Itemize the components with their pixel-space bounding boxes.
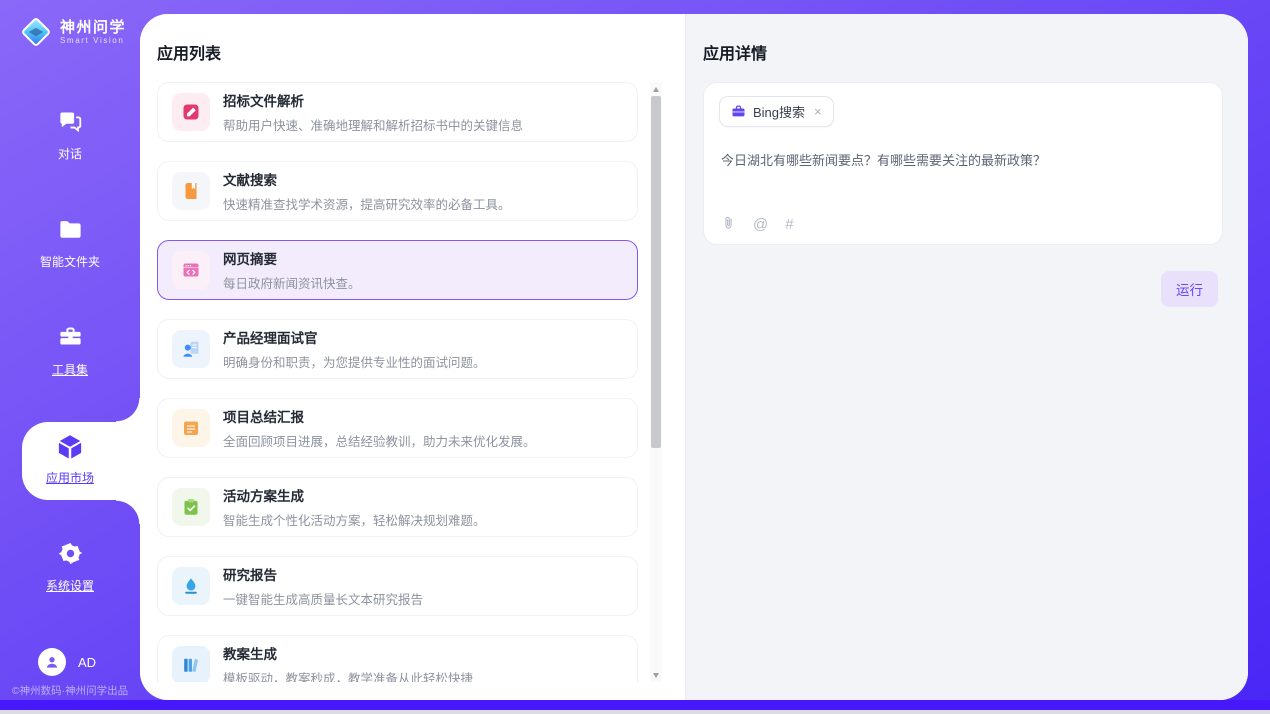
sidebar-item-label: 智能文件夹	[40, 255, 100, 269]
app-list: 招标文件解析 帮助用户快速、准确地理解和解析招标书中的关键信息 文献搜索 快速精…	[157, 82, 638, 682]
app-list-title: 应用列表	[157, 40, 221, 64]
brand-name: 神州问学	[60, 19, 126, 36]
app-name: 活动方案生成	[223, 485, 486, 505]
bubble-fillet-bottom	[116, 500, 140, 524]
app-name: 招标文件解析	[223, 90, 523, 110]
prompt-card: Bing搜索 × 今日湖北有哪些新闻要点？有哪些需要关注的最新政策？ @ #	[703, 82, 1223, 245]
user-account[interactable]: AD	[38, 648, 96, 676]
clipboard-check-icon	[172, 488, 210, 526]
edit-document-icon	[172, 93, 210, 131]
user-initials: AD	[78, 655, 96, 670]
app-desc: 明确身份和职责，为您提供专业性的面试问题。	[223, 352, 486, 371]
folder-icon	[0, 216, 140, 246]
app-desc: 一键智能生成高质量长文本研究报告	[223, 589, 423, 608]
bottom-accent-bar	[0, 700, 1270, 710]
app-name: 产品经理面试官	[223, 327, 486, 347]
toolbox-icon	[0, 324, 140, 354]
brand-subtitle: Smart Vision	[60, 36, 126, 45]
app-name: 文献搜索	[223, 169, 511, 189]
hash-icon[interactable]: #	[785, 217, 793, 232]
sidebar-item-label: 工具集	[52, 363, 88, 377]
app-list-scrollbar[interactable]	[650, 82, 662, 682]
chat-icon	[0, 108, 140, 138]
tool-tag-bing-search[interactable]: Bing搜索 ×	[719, 96, 834, 127]
cube-icon	[0, 432, 140, 462]
mention-icon[interactable]: @	[753, 217, 768, 232]
interviewer-icon	[172, 330, 210, 368]
sidebar-item-toolset[interactable]: 工具集	[0, 324, 140, 379]
app-card-project-summary[interactable]: 项目总结汇报 全面回顾项目进展，总结经验教训，助力未来优化发展。	[157, 398, 638, 458]
app-desc: 每日政府新闻资讯快查。	[223, 273, 361, 292]
sidebar-item-label: 系统设置	[46, 579, 94, 593]
app-detail-panel: 应用详情 Bing搜索 × 今日湖北有哪些新闻要点？有哪些需要关注的最新政策？	[685, 14, 1248, 700]
app-name: 项目总结汇报	[223, 406, 536, 426]
book-icon	[172, 172, 210, 210]
app-card-event-plan[interactable]: 活动方案生成 智能生成个性化活动方案，轻松解决规划难题。	[157, 477, 638, 537]
app-desc: 智能生成个性化活动方案，轻松解决规划难题。	[223, 510, 486, 529]
books-icon	[172, 646, 210, 682]
sidebar-item-smart-folders[interactable]: 智能文件夹	[0, 216, 140, 271]
tool-tag-label: Bing搜索	[753, 102, 805, 121]
ink-bottle-icon	[172, 567, 210, 605]
attachment-icon[interactable]	[721, 215, 736, 234]
prompt-actions: @ #	[721, 215, 794, 234]
note-icon	[172, 409, 210, 447]
app-name: 研究报告	[223, 564, 423, 584]
tag-close-icon[interactable]: ×	[812, 104, 822, 119]
brand-logo: 神州问学 Smart Vision	[20, 16, 126, 48]
app-card-research-report[interactable]: 研究报告 一键智能生成高质量长文本研究报告	[157, 556, 638, 616]
app-card-pm-interviewer[interactable]: 产品经理面试官 明确身份和职责，为您提供专业性的面试问题。	[157, 319, 638, 379]
sidebar-item-label: 对话	[58, 147, 82, 161]
app-card-web-summary[interactable]: 网页摘要 每日政府新闻资讯快查。	[157, 240, 638, 300]
gear-icon	[0, 540, 140, 570]
sidebar-item-app-market[interactable]: 应用市场	[0, 432, 140, 487]
prompt-text[interactable]: 今日湖北有哪些新闻要点？有哪些需要关注的最新政策？	[721, 151, 1205, 170]
run-button[interactable]: 运行	[1161, 271, 1218, 307]
app-name: 网页摘要	[223, 248, 361, 268]
sidebar-item-chat[interactable]: 对话	[0, 108, 140, 163]
app-desc: 帮助用户快速、准确地理解和解析招标书中的关键信息	[223, 115, 523, 134]
app-list-panel: 应用列表 招标文件解析 帮助用户快速、准确地理解和解析招标书中的关键信息	[140, 14, 685, 700]
app-detail-title: 应用详情	[703, 40, 767, 64]
bubble-fillet-top	[116, 398, 140, 422]
app-desc: 全面回顾项目进展，总结经验教训，助力未来优化发展。	[223, 431, 536, 450]
diamond-logo-icon	[20, 16, 52, 48]
sidebar: 神州问学 Smart Vision 对话 智能文件夹	[0, 0, 140, 700]
sidebar-item-settings[interactable]: 系统设置	[0, 540, 140, 595]
scrollbar-thumb[interactable]	[651, 96, 661, 448]
app-name: 教案生成	[223, 643, 473, 663]
scroll-down-arrow-icon[interactable]	[650, 668, 662, 682]
person-icon	[43, 653, 61, 671]
sidebar-item-label: 应用市场	[46, 471, 94, 485]
scroll-up-arrow-icon[interactable]	[650, 82, 662, 96]
app-desc: 模板驱动，教案秒成，教学准备从此轻松快捷	[223, 668, 473, 682]
browser-code-icon	[172, 251, 210, 289]
app-card-lesson-plan[interactable]: 教案生成 模板驱动，教案秒成，教学准备从此轻松快捷	[157, 635, 638, 682]
avatar	[38, 648, 66, 676]
app-card-bid-analysis[interactable]: 招标文件解析 帮助用户快速、准确地理解和解析招标书中的关键信息	[157, 82, 638, 142]
app-desc: 快速精准查找学术资源，提高研究效率的必备工具。	[223, 194, 511, 213]
app-card-literature-search[interactable]: 文献搜索 快速精准查找学术资源，提高研究效率的必备工具。	[157, 161, 638, 221]
main-content: 应用列表 招标文件解析 帮助用户快速、准确地理解和解析招标书中的关键信息	[140, 14, 1248, 700]
briefcase-icon	[731, 104, 746, 119]
copyright-text: ©神州数码·神州问学出品	[0, 683, 140, 698]
